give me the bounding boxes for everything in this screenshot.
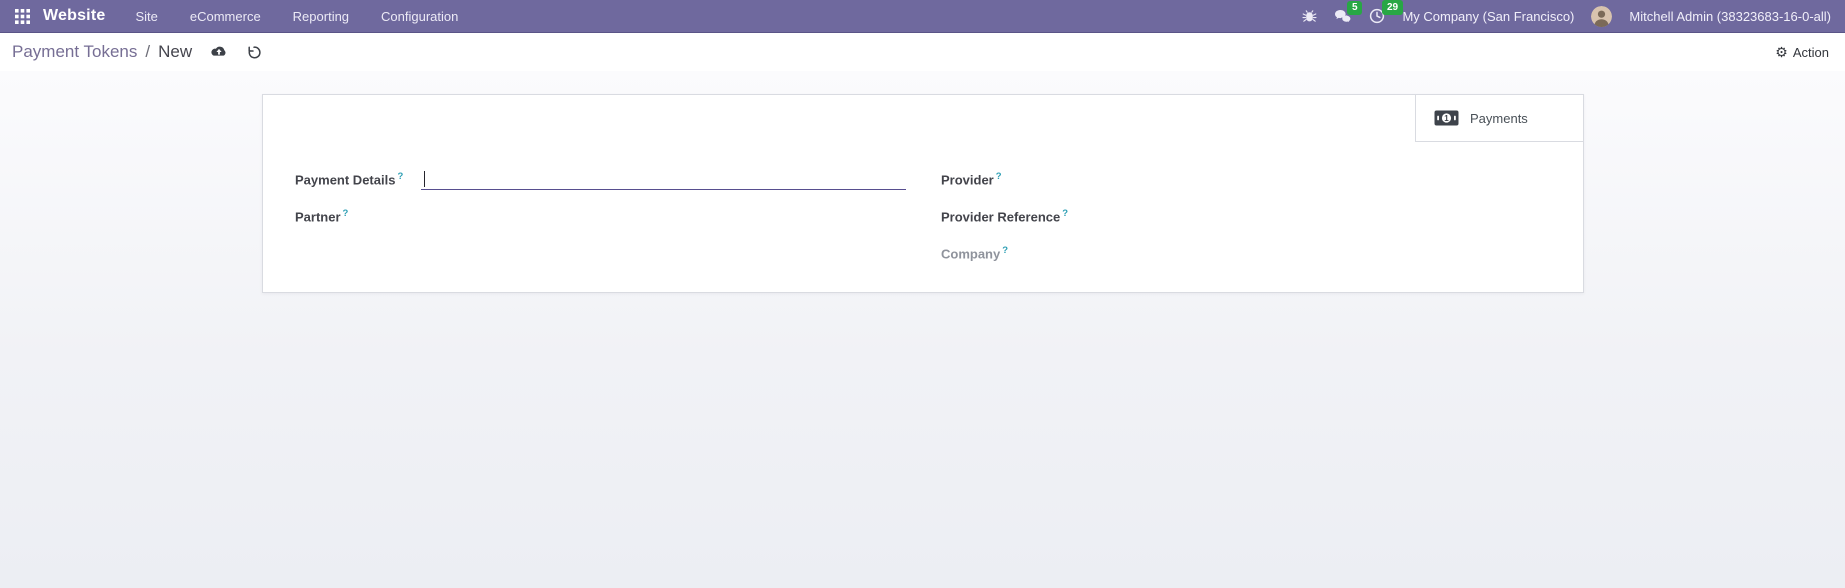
payments-stat-button[interactable]: 1 Payments (1415, 95, 1583, 142)
provider-row: Provider? (941, 169, 1551, 206)
gear-icon: ⚙ (1775, 44, 1788, 60)
payments-stat-label: Payments (1470, 110, 1528, 126)
activities-badge: 29 (1382, 0, 1403, 15)
user-menu[interactable]: Mitchell Admin (38323683-16-0-all) (1629, 9, 1831, 24)
provider-label: Provider? (941, 171, 1002, 188)
text-cursor (424, 171, 425, 187)
provider-reference-help-icon: ? (1062, 208, 1069, 219)
breadcrumb: Payment Tokens / New (12, 42, 192, 62)
discard-undo-icon[interactable] (246, 45, 262, 60)
payment-details-row: Payment Details? (295, 169, 923, 206)
breadcrumb-payment-tokens[interactable]: Payment Tokens (12, 42, 137, 62)
form-view-background: 1 Payments Payment Details? Partner? Pro… (0, 71, 1845, 588)
action-button[interactable]: ⚙ Action (1775, 45, 1829, 60)
apps-grid-icon[interactable] (8, 3, 36, 29)
activities-clock-icon[interactable]: 29 (1369, 0, 1403, 24)
payment-details-help-icon: ? (397, 171, 404, 182)
partner-help-icon: ? (342, 208, 349, 219)
breadcrumb-separator: / (145, 42, 151, 61)
form-sheet: 1 Payments Payment Details? Partner? Pro… (262, 94, 1584, 293)
provider-help-icon: ? (995, 171, 1002, 182)
company-row: Company? (941, 243, 1551, 280)
partner-label: Partner? (295, 208, 349, 225)
svg-text:1: 1 (1444, 114, 1449, 123)
provider-reference-row: Provider Reference? (941, 206, 1551, 243)
partner-row: Partner? (295, 206, 923, 243)
bug-icon[interactable] (1302, 9, 1317, 24)
company-label: Company? (941, 245, 1009, 262)
action-button-label: Action (1792, 44, 1829, 60)
money-bill-icon: 1 (1434, 110, 1459, 126)
user-avatar[interactable] (1591, 5, 1613, 27)
main-menu: Site eCommerce Reporting Configuration (135, 7, 458, 26)
app-name[interactable]: Website (43, 7, 105, 25)
provider-reference-label: Provider Reference? (941, 208, 1069, 225)
systray: 5 29 My Company (San Francisco) Mitchell… (1302, 0, 1831, 27)
messages-badge: 5 (1347, 0, 1362, 15)
messages-icon[interactable]: 5 (1334, 0, 1362, 24)
control-panel: Payment Tokens / New ⚙ Action (0, 33, 1845, 71)
payment-details-label: Payment Details? (295, 171, 404, 188)
menu-reporting[interactable]: Reporting (293, 7, 349, 26)
company-switcher[interactable]: My Company (San Francisco) (1402, 9, 1574, 24)
menu-site[interactable]: Site (135, 7, 157, 26)
menu-ecommerce[interactable]: eCommerce (190, 7, 261, 26)
top-navbar: Website Site eCommerce Reporting Configu… (0, 0, 1845, 33)
company-help-icon: ? (1002, 245, 1009, 256)
menu-configuration[interactable]: Configuration (381, 7, 458, 26)
save-cloud-icon[interactable] (210, 45, 228, 59)
form-fields: Payment Details? Partner? Provider? Prov… (263, 95, 1583, 280)
breadcrumb-current: New (158, 42, 193, 61)
payment-details-input[interactable] (421, 169, 906, 190)
